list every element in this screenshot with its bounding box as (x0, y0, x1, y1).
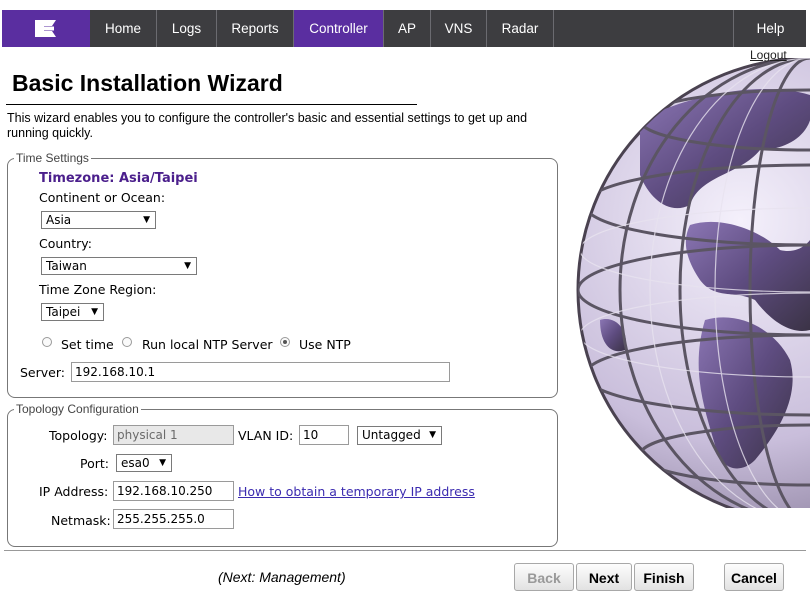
top-nav-bar: Home Logs Reports Controller AP VNS Rada… (2, 10, 806, 47)
topology-label: Topology: (49, 428, 108, 443)
radio-set-time[interactable] (42, 337, 52, 347)
continent-select-value: Asia (46, 213, 72, 227)
ip-address-input[interactable]: 192.168.10.250 (113, 481, 234, 501)
country-select-value: Taiwan (46, 259, 87, 273)
page-title: Basic Installation Wizard (12, 70, 283, 96)
tagging-select-value: Untagged (362, 428, 421, 442)
tab-ap[interactable]: AP (384, 10, 431, 47)
region-select[interactable]: Taipei ▼ (41, 303, 104, 321)
vlan-label: VLAN ID: (238, 428, 294, 443)
chevron-down-icon: ▼ (143, 215, 150, 225)
radio-local-ntp[interactable] (122, 337, 132, 347)
logo-glyph-icon (35, 20, 56, 37)
chevron-down-icon: ▼ (429, 430, 436, 440)
continent-label: Continent or Ocean: (39, 190, 166, 205)
intro-text: This wizard enables you to configure the… (7, 111, 528, 140)
footer-divider (4, 550, 806, 551)
topology-legend: Topology Configuration (16, 402, 139, 416)
tab-home[interactable]: Home (90, 10, 157, 47)
extreme-logo-icon[interactable] (2, 10, 90, 47)
server-label: Server: (20, 365, 65, 380)
radio-set-time-label: Set time (61, 337, 114, 352)
server-input[interactable]: 192.168.10.1 (71, 362, 450, 382)
timezone-label: Timezone: Asia/Taipei (39, 171, 198, 186)
radio-local-ntp-label: Run local NTP Server (142, 337, 273, 352)
tab-vns[interactable]: VNS (431, 10, 487, 47)
country-select[interactable]: Taiwan ▼ (41, 257, 197, 275)
continent-select[interactable]: Asia ▼ (41, 211, 156, 229)
temporary-ip-help-link[interactable]: How to obtain a temporary IP address (238, 484, 475, 499)
time-settings-legend: Time Settings (16, 151, 89, 165)
next-step-hint: (Next: Management) (218, 569, 346, 585)
topology-input[interactable]: physical 1 (113, 425, 234, 445)
port-select[interactable]: esa0 ▼ (116, 454, 172, 472)
netmask-input[interactable]: 255.255.255.0 (113, 509, 234, 529)
logout-link[interactable]: Logout (750, 48, 787, 62)
tab-logs[interactable]: Logs (157, 10, 217, 47)
region-label: Time Zone Region: (39, 282, 157, 297)
vlan-input[interactable]: 10 (299, 425, 349, 445)
radio-use-ntp-label: Use NTP (299, 337, 351, 352)
port-label: Port: (80, 456, 109, 471)
tab-reports[interactable]: Reports (217, 10, 294, 47)
tagging-select[interactable]: Untagged ▼ (357, 426, 442, 445)
port-select-value: esa0 (121, 456, 150, 470)
netmask-label: Netmask: (51, 513, 111, 528)
help-link[interactable]: Help (733, 10, 807, 47)
chevron-down-icon: ▼ (159, 458, 166, 468)
globe-illustration (576, 58, 810, 508)
tab-radar[interactable]: Radar (487, 10, 554, 47)
chevron-down-icon: ▼ (91, 307, 98, 317)
tab-controller[interactable]: Controller (294, 10, 384, 47)
ip-address-label: IP Address: (39, 484, 109, 499)
radio-use-ntp[interactable] (280, 337, 290, 347)
chevron-down-icon: ▼ (184, 261, 191, 271)
title-divider (6, 104, 417, 105)
country-label: Country: (39, 236, 92, 251)
region-select-value: Taipei (46, 305, 81, 319)
